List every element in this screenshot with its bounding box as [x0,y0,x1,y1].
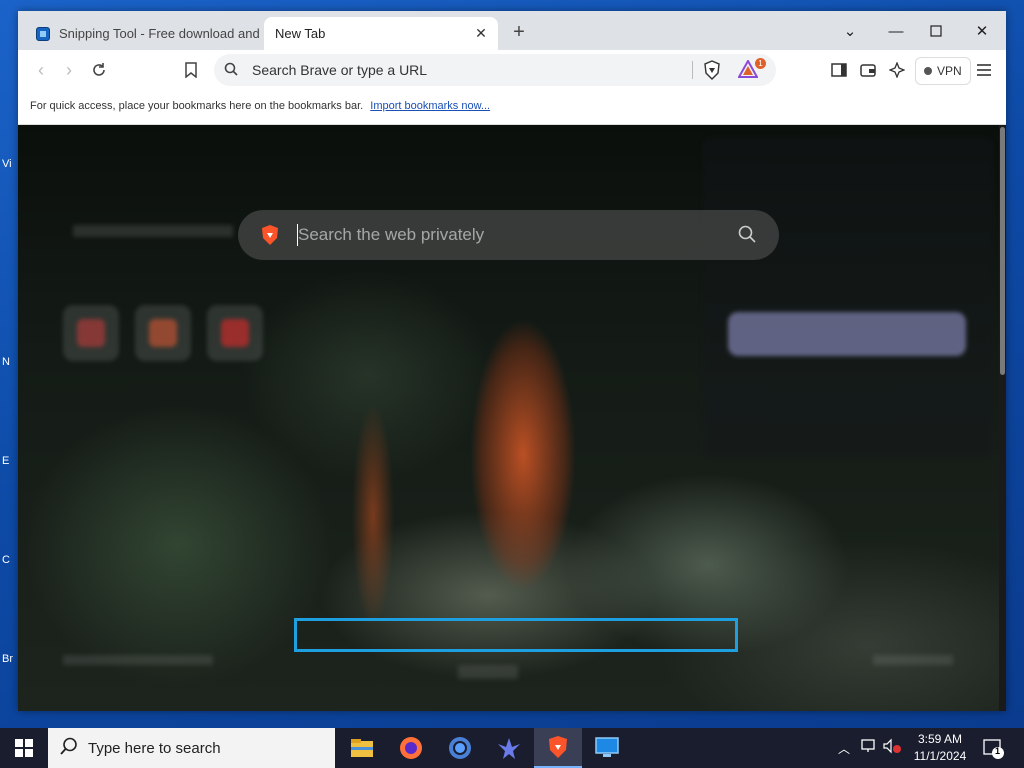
network-icon[interactable] [860,738,882,759]
menu-hamburger-icon[interactable] [973,59,995,81]
bookmark-icon[interactable] [180,59,202,81]
top-site-tile[interactable] [207,305,263,361]
remote-desktop-icon[interactable] [583,728,631,768]
news-toggle[interactable] [458,665,518,679]
new-tab-page: Search the web privately [18,125,1006,711]
address-bar[interactable]: Search Brave or type a URL 1 [214,54,776,86]
brave-rewards-icon[interactable]: 1 [737,58,766,80]
leo-ai-sparkle-icon[interactable] [886,59,908,81]
wallet-icon[interactable] [857,59,879,81]
search-icon[interactable] [738,225,756,248]
import-bookmarks-link[interactable]: Import bookmarks now... [370,100,490,112]
vpn-status-icon [924,67,932,75]
photo-credit [63,655,213,665]
notification-center-icon[interactable]: 1 [982,737,1004,759]
brave-news-panel [703,137,993,457]
close-tab-icon[interactable]: ✕ [470,23,492,45]
sidebar-toggle-icon[interactable] [828,59,850,81]
brave-logo-icon [260,224,280,246]
brave-icon[interactable] [534,728,582,768]
bookmarks-bar: For quick access, place your bookmarks h… [18,90,1006,125]
bookmarks-hint-text: For quick access, place your bookmarks h… [30,100,364,112]
reload-button[interactable] [88,59,110,81]
desktop-icon-label: N [2,356,10,368]
tab-snipping-tool[interactable]: Snipping Tool - Free download and [26,17,261,50]
close-window-button[interactable]: ✕ [962,18,1002,44]
search-icon [60,737,78,760]
browser-toolbar: ‹ › Search Brave or type a URL 1 VPN [18,50,1006,90]
new-tab-button[interactable]: + [508,21,530,43]
taskbar-search-box[interactable]: Type here to search [48,728,335,768]
vpn-button[interactable]: VPN [915,57,971,85]
ntp-search-placeholder: Search the web privately [298,225,485,244]
system-tray: ︿ [838,728,904,768]
file-explorer-icon[interactable] [338,728,386,768]
top-site-tile[interactable] [63,305,119,361]
desktop-icon-label: Vi [2,158,12,170]
ntp-search-box[interactable]: Search the web privately [238,210,779,260]
tab-new-tab[interactable]: New Tab ✕ [264,17,498,50]
forward-button[interactable]: › [58,59,80,81]
snipping-tool-favicon-icon [36,26,50,41]
taskbar-clock[interactable]: 3:59 AM 11/1/2024 [905,731,975,765]
vpn-label: VPN [937,64,962,78]
windows-logo-icon [15,739,33,757]
browser-window: Snipping Tool - Free download and New Ta… [18,11,1006,711]
desktop-icon-label: Br [2,653,13,665]
brave-shields-icon[interactable] [703,60,721,80]
customize-link[interactable] [873,655,953,665]
taskbar: Type here to search ︿ 3:59 AM 11/1/2024 … [0,728,1024,768]
panel-action-button[interactable] [728,312,966,356]
clock-time: 3:59 AM [917,732,963,746]
desktop-icon-label: C [2,554,10,566]
firefox-icon[interactable] [387,728,435,768]
start-button[interactable] [0,728,48,768]
blurred-stats-caption [73,225,233,237]
tab-title: New Tab [275,26,326,41]
show-hidden-icons-chevron-icon[interactable]: ︿ [838,740,856,757]
tab-strip: Snipping Tool - Free download and New Ta… [18,11,1006,50]
back-button[interactable]: ‹ [30,59,52,81]
bookmarks-bar-message: For quick access, place your bookmarks h… [30,100,490,112]
tab-title: Snipping Tool - Free download and [59,26,260,41]
scrollbar-thumb[interactable] [1000,127,1005,375]
notification-count-badge: 1 [995,746,1001,756]
focus-highlight-box [294,618,738,652]
top-site-tile[interactable] [135,305,191,361]
volume-muted-icon[interactable] [882,738,904,759]
search-icon [224,62,238,81]
minimize-button[interactable]: — [876,18,916,44]
clock-date: 11/1/2024 [913,749,967,763]
maximize-button[interactable] [916,18,956,44]
rewards-count-badge: 1 [755,58,766,69]
desktop-icon-label: E [2,455,10,467]
page-scrollbar[interactable] [999,125,1006,711]
tab-search-chevron-icon[interactable]: ⌄ [830,18,870,44]
divider [692,61,693,79]
address-bar-placeholder: Search Brave or type a URL [252,62,428,78]
bird-app-icon[interactable] [485,728,533,768]
taskbar-search-placeholder: Type here to search [88,739,221,757]
chrome-icon[interactable] [436,728,484,768]
